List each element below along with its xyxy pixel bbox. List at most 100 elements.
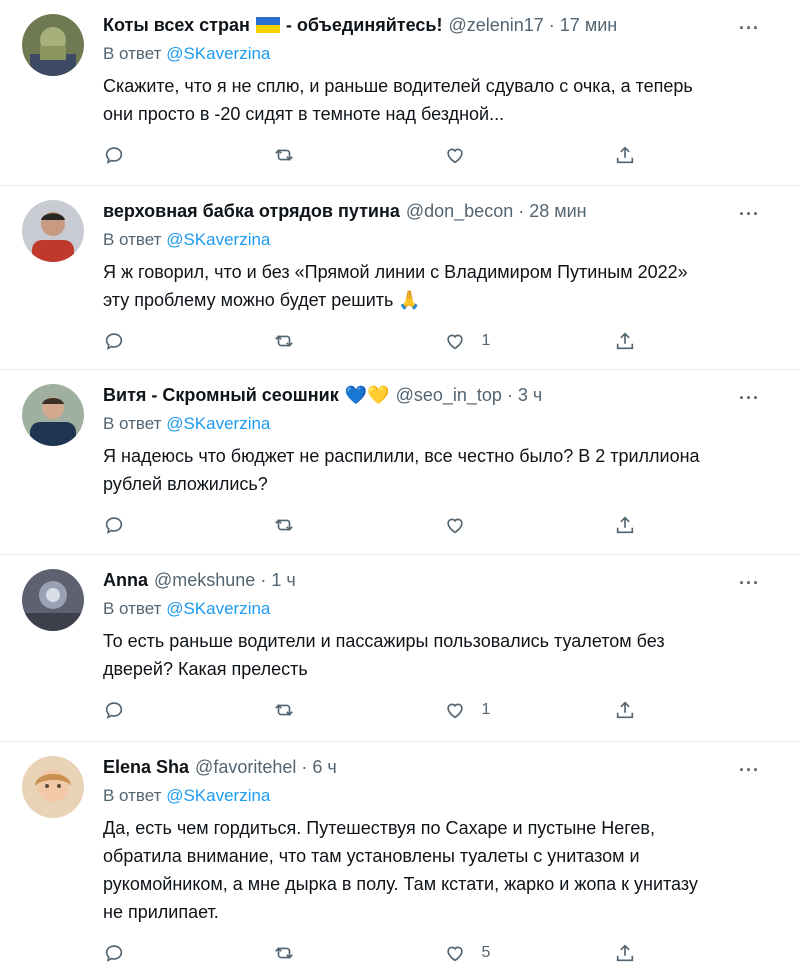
retweet-icon: [275, 149, 294, 161]
mention-link[interactable]: @SKaverzina: [166, 786, 270, 805]
display-name[interactable]: Elena Sha: [103, 754, 189, 780]
like-icon: [446, 518, 463, 534]
reply-feed: ··· Коты всех стран - объединяйтесь! @ze…: [0, 0, 800, 969]
tweet-text: Да, есть чем гордиться. Путешествуя по С…: [103, 818, 698, 922]
tweet[interactable]: ··· Anna @mekshune · 1 ч В ответ @SKaver…: [0, 555, 800, 742]
tweet[interactable]: ··· верховная бабка отрядов путина @don_…: [0, 186, 800, 370]
share-button[interactable]: [614, 942, 784, 964]
share-button[interactable]: [614, 699, 784, 721]
reply-icon: [105, 702, 123, 719]
display-name[interactable]: Витя - Скромный сеошник: [103, 382, 339, 408]
retweet-button[interactable]: [273, 514, 443, 536]
display-name[interactable]: Коты всех стран: [103, 12, 250, 38]
mention-link[interactable]: @SKaverzina: [166, 414, 270, 433]
reply-prefix: В ответ: [103, 230, 162, 249]
reply-context: В ответ @SKaverzina: [103, 228, 784, 252]
reply-prefix: В ответ: [103, 414, 162, 433]
retweet-button[interactable]: [273, 144, 443, 166]
more-icon[interactable]: ···: [739, 204, 760, 225]
reply-icon: [105, 147, 123, 164]
separator-dot: ·: [518, 201, 525, 221]
avatar[interactable]: [22, 14, 84, 76]
like-button[interactable]: [444, 514, 614, 536]
reply-context: В ответ @SKaverzina: [103, 784, 784, 808]
like-button[interactable]: 1: [444, 699, 614, 721]
reply-prefix: В ответ: [103, 599, 162, 618]
retweet-icon: [275, 947, 294, 959]
more-icon[interactable]: ···: [739, 18, 760, 39]
like-button[interactable]: 1: [444, 330, 614, 352]
timestamp[interactable]: 17 мин: [560, 12, 617, 38]
tweet-text: Я надеюсь что бюджет не распилили, все ч…: [103, 446, 700, 494]
reply-icon: [105, 333, 123, 350]
more-icon[interactable]: ···: [739, 573, 760, 594]
separator-dot: ·: [506, 385, 513, 405]
timestamp[interactable]: 6 ч: [312, 754, 336, 780]
more-icon[interactable]: ···: [739, 388, 760, 409]
reply-button[interactable]: [103, 514, 273, 536]
like-icon: [446, 334, 463, 350]
timestamp[interactable]: 1 ч: [271, 567, 295, 593]
ukraine-flag-icon: [255, 17, 280, 33]
share-icon: [616, 944, 633, 962]
timestamp[interactable]: 28 мин: [529, 198, 586, 224]
avatar[interactable]: [22, 569, 84, 631]
action-bar: [103, 510, 784, 540]
like-button[interactable]: 5: [444, 942, 614, 964]
action-bar: 1: [103, 695, 784, 725]
user-handle[interactable]: @mekshune: [154, 567, 255, 593]
share-button[interactable]: [614, 330, 784, 352]
user-handle[interactable]: @seo_in_top: [396, 382, 502, 408]
retweet-button[interactable]: [273, 942, 443, 964]
user-handle[interactable]: @favoritehel: [195, 754, 296, 780]
like-count: 1: [481, 701, 491, 718]
user-handle[interactable]: @zelenin17: [448, 12, 543, 38]
display-name-suffix[interactable]: - объединяйтесь!: [286, 12, 443, 38]
hearts-emoji: 💙💛: [344, 385, 390, 405]
reply-button[interactable]: [103, 942, 273, 964]
mention-link[interactable]: @SKaverzina: [166, 230, 270, 249]
share-icon: [616, 516, 633, 534]
reply-button[interactable]: [103, 144, 273, 166]
retweet-icon: [275, 519, 294, 531]
reply-icon: [105, 945, 123, 962]
reply-context: В ответ @SKaverzina: [103, 42, 784, 66]
share-icon: [616, 332, 633, 350]
more-icon[interactable]: ···: [739, 760, 760, 781]
like-count: 5: [481, 944, 491, 961]
like-button[interactable]: [444, 144, 614, 166]
like-count: 1: [481, 332, 491, 349]
mention-link[interactable]: @SKaverzina: [166, 44, 270, 63]
tweet-text: Я ж говорил, что и без «Прямой линии с В…: [103, 262, 688, 310]
tweet-text: Скажите, что я не сплю, и раньше водител…: [103, 76, 693, 124]
share-icon: [616, 146, 633, 164]
reply-context: В ответ @SKaverzina: [103, 597, 784, 621]
like-icon: [446, 946, 463, 962]
tweet[interactable]: ··· Коты всех стран - объединяйтесь! @ze…: [0, 0, 800, 186]
reply-prefix: В ответ: [103, 44, 162, 63]
retweet-button[interactable]: [273, 330, 443, 352]
like-icon: [446, 148, 463, 164]
share-button[interactable]: [614, 514, 784, 536]
separator-dot: ·: [548, 15, 555, 35]
mention-link[interactable]: @SKaverzina: [166, 599, 270, 618]
reply-context: В ответ @SKaverzina: [103, 412, 784, 436]
user-handle[interactable]: @don_becon: [406, 198, 513, 224]
action-bar: 5: [103, 938, 784, 968]
tweet[interactable]: ··· Витя - Скромный сеошник 💙💛 @seo_in_t…: [0, 370, 800, 555]
timestamp[interactable]: 3 ч: [518, 382, 542, 408]
avatar[interactable]: [22, 200, 84, 262]
share-button[interactable]: [614, 144, 784, 166]
avatar[interactable]: [22, 384, 84, 446]
retweet-button[interactable]: [273, 699, 443, 721]
separator-dot: ·: [260, 570, 267, 590]
tweet-text: То есть раньше водители и пассажиры поль…: [103, 631, 665, 679]
reply-button[interactable]: [103, 330, 273, 352]
separator-dot: ·: [301, 757, 308, 777]
display-name[interactable]: верховная бабка отрядов путина: [103, 198, 400, 224]
like-icon: [446, 703, 463, 719]
tweet[interactable]: ··· Elena Sha @favoritehel · 6 ч В ответ…: [0, 742, 800, 969]
display-name[interactable]: Anna: [103, 567, 148, 593]
avatar[interactable]: [22, 756, 84, 818]
reply-button[interactable]: [103, 699, 273, 721]
